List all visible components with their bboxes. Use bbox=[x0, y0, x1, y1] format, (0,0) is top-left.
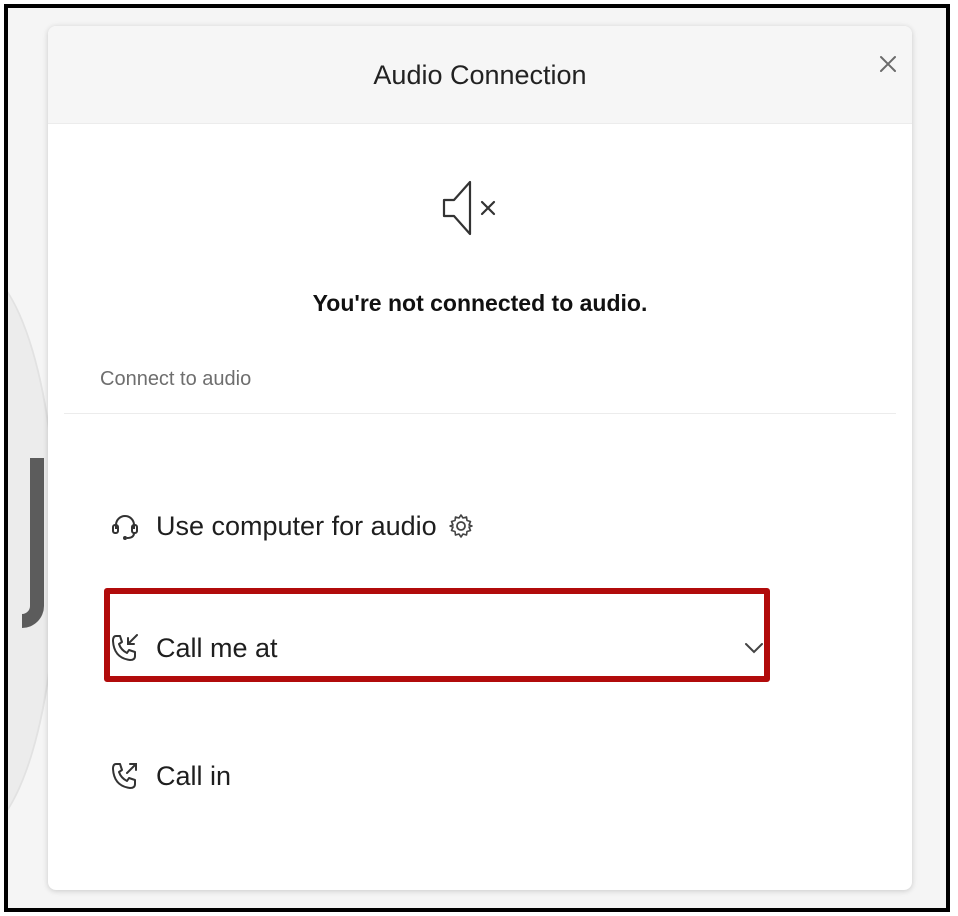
section-divider bbox=[64, 413, 896, 414]
dialog-header: Audio Connection bbox=[48, 26, 912, 124]
call-in-option[interactable]: Call in bbox=[108, 748, 408, 804]
gear-icon[interactable] bbox=[447, 512, 475, 540]
call-me-at-option[interactable]: Call me at bbox=[108, 620, 768, 676]
chevron-down-icon[interactable] bbox=[740, 634, 768, 662]
use-computer-audio-label: Use computer for audio bbox=[156, 510, 437, 541]
phone-incoming-icon bbox=[112, 634, 138, 661]
audio-status-message: You're not connected to audio. bbox=[312, 290, 648, 316]
speaker-muted-icon bbox=[442, 180, 496, 236]
connect-section-label: Connect to audio bbox=[100, 368, 252, 390]
use-computer-audio-option[interactable]: Use computer for audio bbox=[108, 498, 528, 554]
headset-icon bbox=[112, 515, 138, 540]
close-icon bbox=[880, 56, 896, 72]
close-button[interactable] bbox=[872, 48, 904, 80]
call-in-label: Call in bbox=[156, 760, 232, 791]
screenshot-frame: Audio Connection You're not connected to… bbox=[4, 4, 950, 912]
background-app-logo bbox=[22, 458, 44, 628]
call-me-at-label: Call me at bbox=[156, 632, 278, 663]
audio-connection-dialog: Audio Connection You're not connected to… bbox=[48, 26, 912, 890]
dialog-title: Audio Connection bbox=[373, 60, 587, 90]
phone-outgoing-icon bbox=[112, 763, 137, 789]
